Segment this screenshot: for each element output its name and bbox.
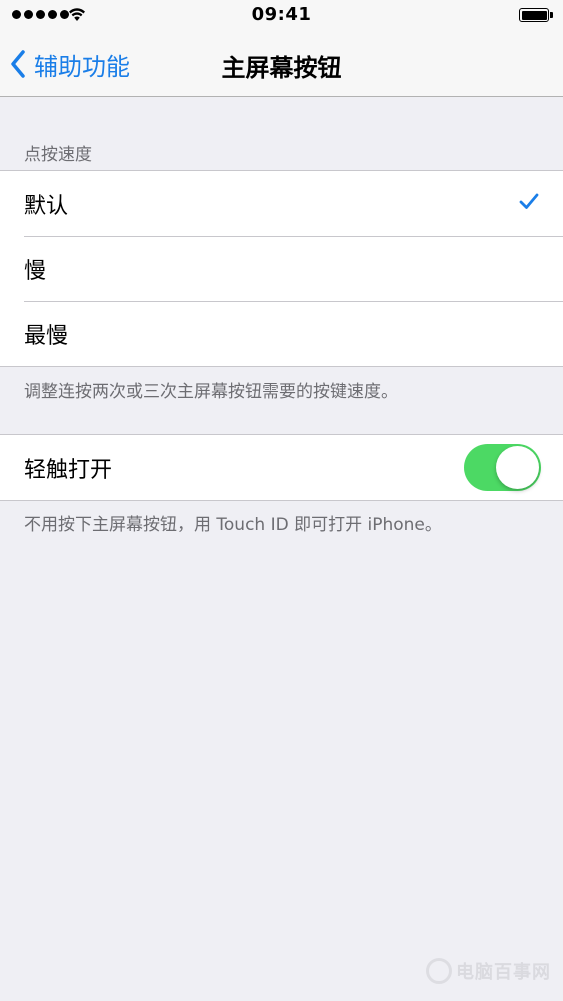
rest-finger-group: 轻触打开 (0, 434, 563, 501)
rest-finger-row: 轻触打开 (0, 435, 563, 500)
toggle-knob (496, 446, 539, 489)
option-label: 慢 (24, 258, 47, 284)
status-time: 09:41 (251, 4, 312, 25)
rest-finger-label: 轻触打开 (24, 457, 113, 483)
click-speed-footer: 调整连按两次或三次主屏幕按钮需要的按键速度。 (24, 382, 398, 402)
option-slow[interactable]: 慢 (0, 236, 563, 301)
option-default[interactable]: 默认 (0, 171, 563, 236)
navigation-bar: 辅助功能 主屏幕按钮 (0, 32, 563, 97)
option-slowest[interactable]: 最慢 (0, 301, 563, 366)
rest-finger-footer: 不用按下主屏幕按钮，用 Touch ID 即可打开 iPhone。 (24, 515, 442, 535)
option-label: 默认 (24, 193, 69, 219)
section-header-click-speed: 点按速度 (24, 145, 92, 165)
watermark: 电脑百事网 (426, 958, 551, 984)
status-bar: 09:41 (0, 0, 563, 32)
rest-finger-toggle[interactable] (464, 444, 541, 491)
option-label: 最慢 (24, 323, 69, 349)
watermark-text: 电脑百事网 (456, 962, 551, 983)
click-speed-group: 默认 慢 最慢 (0, 170, 563, 367)
page-title: 主屏幕按钮 (221, 54, 342, 82)
watermark-logo-icon (426, 958, 452, 984)
battery-icon (519, 8, 553, 22)
checkmark-icon (519, 193, 539, 214)
